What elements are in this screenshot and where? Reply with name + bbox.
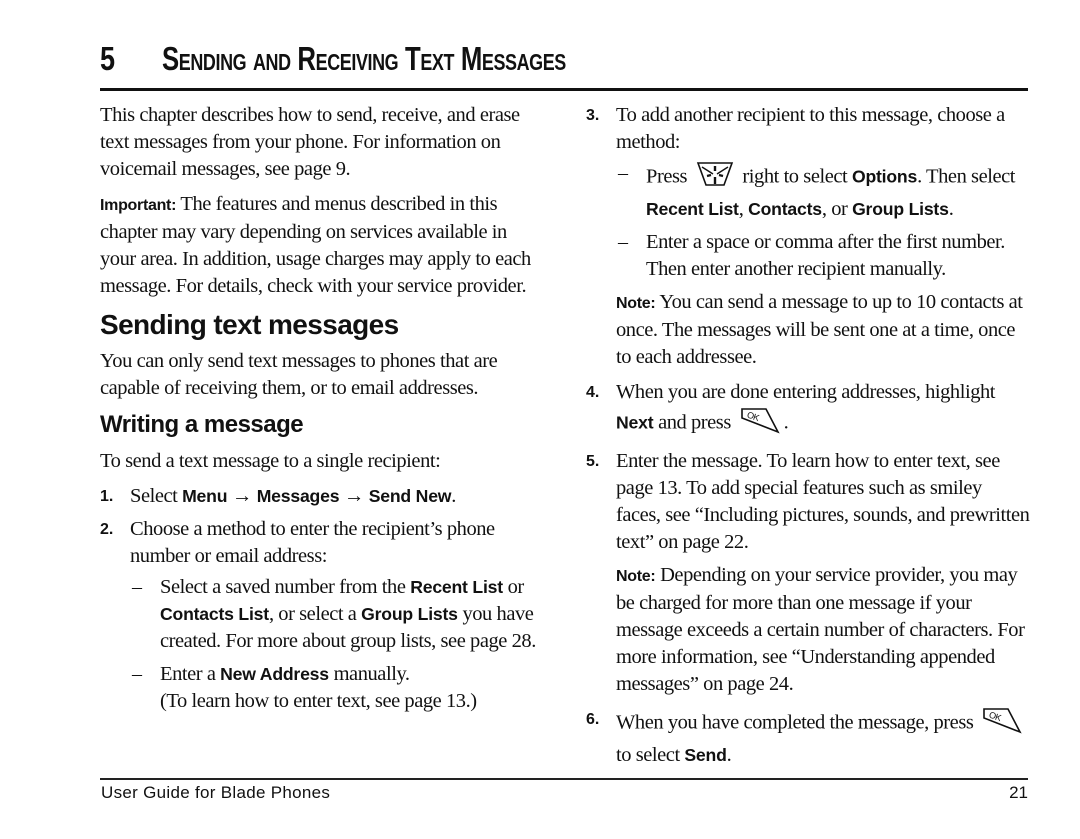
arrow-right-icon: →	[231, 485, 253, 507]
step-2-option-2: – Enter a New Address manually. (To lear…	[130, 661, 546, 715]
option-text: Select a saved number from the Recent Li…	[160, 574, 546, 655]
options-label: Options	[851, 166, 918, 187]
step-text-part: and press	[658, 411, 731, 434]
footer-divider	[100, 778, 1028, 780]
step-number: 6.	[586, 711, 600, 728]
step-text: When you have completed the message, pre…	[616, 706, 1030, 769]
dash-bullet: –	[132, 663, 142, 685]
step-3-note: Note: You can send a message to up to 10…	[616, 289, 1030, 371]
section-heading: Sending text messages	[100, 309, 399, 340]
option-text-part: right to select	[742, 165, 848, 188]
option-text-part: or	[507, 576, 525, 598]
option-text: Enter a space or comma after the first n…	[646, 231, 1005, 280]
important-label: Important:	[100, 197, 177, 214]
dash-bullet: –	[132, 576, 142, 598]
chapter-header: 5 Sending and Receiving Text Messages	[100, 38, 1028, 91]
intro-paragraph: This chapter describes how to send, rece…	[100, 104, 520, 180]
step-number: 4.	[586, 384, 600, 401]
page-number: 21	[1009, 783, 1028, 802]
subsection-lead: To send a text message to a single recip…	[100, 450, 441, 472]
step-5: 5. Enter the message. To learn how to en…	[586, 448, 1030, 698]
important-paragraph: Important: The features and menus descri…	[100, 191, 546, 300]
send-label: Send	[684, 745, 727, 765]
left-column: This chapter describes how to send, rece…	[100, 102, 546, 721]
step-6: 6. When you have completed the message, …	[586, 706, 1030, 769]
option-text: Press right to select Options. Then sele…	[646, 160, 1030, 223]
footer-title: User Guide for Blade Phones	[101, 783, 331, 802]
contacts-label: Contacts	[748, 199, 822, 219]
section-paragraph: You can only send text messages to phone…	[100, 350, 498, 399]
option-text-part: (To learn how to enter text, see page 13…	[160, 690, 477, 712]
step-3-option-2: – Enter a space or comma after the first…	[616, 229, 1030, 283]
send-new-label: Send New	[368, 486, 452, 506]
note-label: Note:	[616, 568, 656, 585]
option-text-part: . Then select	[917, 165, 1016, 188]
step-2-option-1: – Select a saved number from the Recent …	[130, 574, 546, 655]
step-1: 1. Select Menu → Messages → Send New.	[100, 483, 546, 510]
step-number: 3.	[586, 107, 600, 124]
option-text: Enter a New Address manually. (To learn …	[160, 661, 546, 715]
note-label: Note:	[616, 295, 656, 312]
step-text: Choose a method to enter the recipient’s…	[130, 518, 495, 567]
ok-key-icon: OK	[740, 406, 780, 442]
group-lists-label: Group Lists	[852, 199, 949, 219]
step-text-part: to select	[616, 744, 680, 766]
option-text-part: Press	[646, 165, 688, 188]
step-text: When you are done entering addresses, hi…	[616, 379, 1030, 442]
recent-list-label: Recent List	[410, 577, 503, 597]
step-5-note: Note: Depending on your service provider…	[616, 562, 1030, 698]
step-number: 5.	[586, 453, 600, 470]
punctuation: .	[451, 485, 456, 507]
punctuation: .	[783, 411, 789, 434]
step-3: 3. To add another recipient to this mess…	[586, 102, 1030, 371]
note-text: You can send a message to up to 10 conta…	[616, 291, 1023, 368]
step-number: 2.	[100, 521, 114, 538]
option-text-part: manually.	[333, 663, 410, 685]
step-number: 1.	[100, 488, 114, 505]
punctuation: .	[726, 744, 732, 766]
step-text: To add another recipient to this message…	[616, 104, 1005, 153]
group-lists-label: Group Lists	[361, 604, 458, 624]
contacts-list-label: Contacts List	[160, 604, 269, 624]
step-3-option-1: – Press right to select Options. Then se…	[616, 160, 1030, 223]
recent-list-label: Recent List	[646, 199, 739, 219]
chapter-title: Sending and Receiving Text Messages	[162, 40, 566, 77]
dash-bullet: –	[618, 162, 628, 184]
option-text-part: , or	[821, 198, 848, 220]
dash-bullet: –	[618, 231, 628, 253]
arrow-right-icon: →	[343, 485, 365, 507]
step-4: 4. When you are done entering addresses,…	[586, 379, 1030, 442]
option-text-part: Select a saved number from the	[160, 576, 406, 598]
step-text: Enter the message. To learn how to enter…	[616, 450, 1030, 553]
subsection-heading: Writing a message	[100, 411, 304, 438]
new-address-label: New Address	[220, 664, 329, 684]
navigation-key-icon	[696, 160, 734, 196]
step-text-part: When you have completed the message, pre…	[616, 711, 974, 734]
option-text-part: Enter a	[160, 663, 216, 685]
right-column: 3. To add another recipient to this mess…	[586, 102, 1030, 775]
punctuation: .	[948, 198, 954, 220]
step-text: Select Menu → Messages → Send New.	[130, 483, 546, 510]
ok-key-icon: OK	[982, 706, 1022, 742]
step-text-part: When you are done entering addresses, hi…	[616, 381, 996, 403]
messages-label: Messages	[256, 486, 340, 506]
menu-label: Menu	[182, 486, 228, 506]
step-1-text: Select	[130, 485, 178, 507]
step-2: 2. Choose a method to enter the recipien…	[100, 516, 546, 715]
punctuation: ,	[738, 198, 744, 220]
option-text-part: , or select a	[268, 603, 357, 625]
next-label: Next	[616, 412, 654, 433]
note-text: Depending on your service provider, you …	[616, 564, 1025, 695]
chapter-number: 5	[100, 40, 116, 77]
